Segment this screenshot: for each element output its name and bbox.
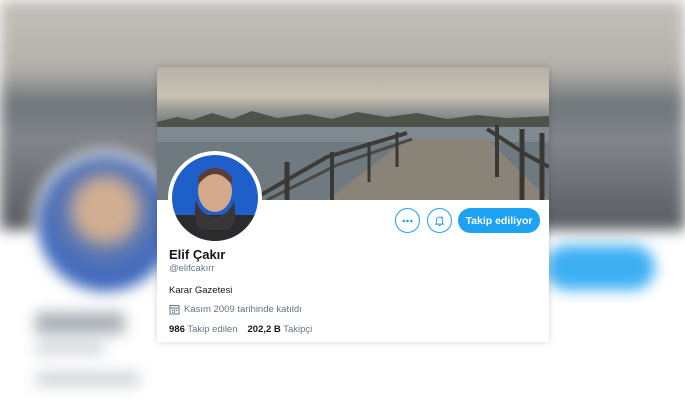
notifications-button[interactable] bbox=[427, 208, 452, 233]
profile-name: Elif Çakır bbox=[169, 247, 226, 262]
followers-label: Takipçi bbox=[283, 324, 313, 335]
profile-card: Takip ediliyor Elif Çakır @elifcakırr Ka… bbox=[157, 67, 549, 342]
blurred-handle bbox=[35, 342, 105, 354]
following-count: 986 bbox=[169, 324, 185, 335]
blurred-follow-button bbox=[545, 245, 655, 290]
following-button[interactable]: Takip ediliyor bbox=[458, 208, 540, 233]
joined-text: Kasım 2009 tarihinde katıldı bbox=[184, 304, 302, 315]
calendar-icon bbox=[169, 305, 180, 315]
more-button[interactable] bbox=[395, 208, 420, 233]
blurred-bio bbox=[35, 372, 140, 386]
profile-bio: Karar Gazetesi bbox=[169, 285, 233, 296]
following-label: Takip edilen bbox=[187, 324, 238, 335]
following-stat[interactable]: 986 Takip edilen bbox=[169, 324, 238, 335]
avatar-image bbox=[172, 155, 258, 241]
followers-count: 202,2 B bbox=[247, 324, 281, 335]
profile-stats: 986 Takip edilen 202,2 B Takipçi bbox=[169, 324, 312, 335]
profile-handle: @elifcakırr bbox=[169, 263, 215, 274]
avatar[interactable] bbox=[168, 151, 262, 245]
bell-icon bbox=[434, 215, 445, 226]
joined-date: Kasım 2009 tarihinde katıldı bbox=[169, 304, 302, 315]
followers-stat[interactable]: 202,2 B Takipçi bbox=[248, 324, 313, 335]
blurred-name bbox=[35, 312, 125, 334]
more-icon bbox=[402, 219, 413, 222]
